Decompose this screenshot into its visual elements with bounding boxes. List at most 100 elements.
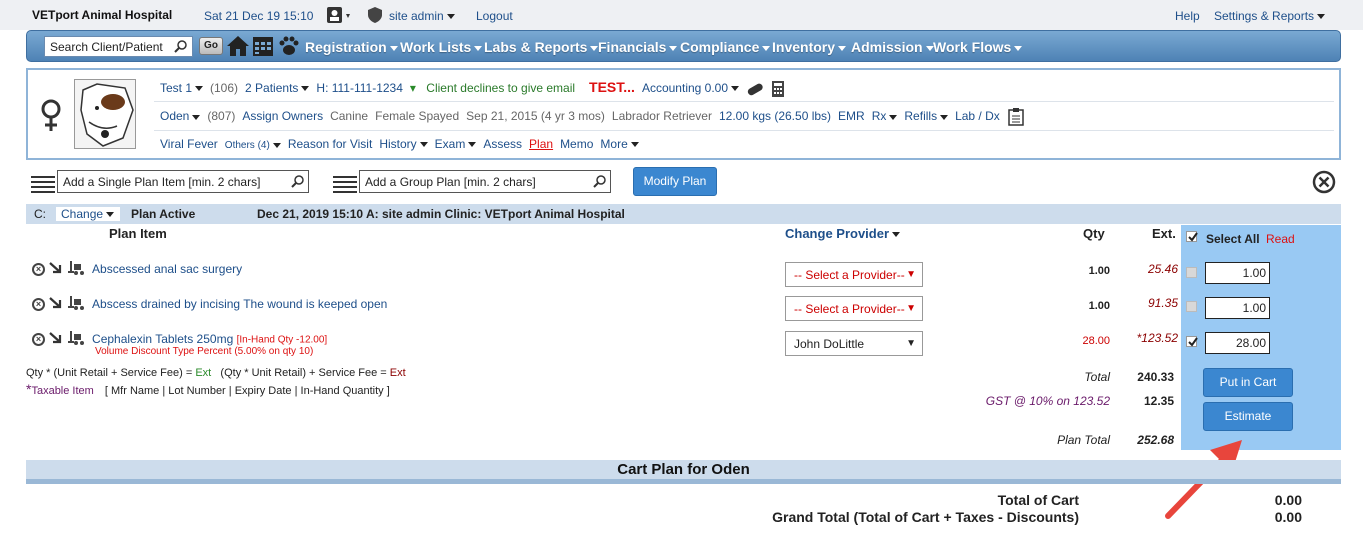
modify-plan-button[interactable]: Modify Plan [633,167,717,196]
nav-labs-reports[interactable]: Labs & Reports [484,39,598,55]
search-client-input[interactable]: Search Client/Patient [44,36,193,57]
emr-link[interactable]: EMR [838,109,865,123]
plan-item-name[interactable]: Abscess drained by incising The wound is… [92,297,387,311]
main-nav: Search Client/Patient Go Registration Wo… [26,30,1341,62]
settings-reports-menu[interactable]: Settings & Reports [1214,9,1325,23]
item-qty: 28.00 [1082,335,1110,347]
forklift-icon[interactable] [67,296,86,313]
current-datetime: Sat 21 Dec 19 15:10 [204,9,314,23]
tab-history[interactable]: History [379,137,427,151]
item-qty-input[interactable]: 28.00 [1205,332,1270,354]
group-plan-input[interactable]: Add a Group Plan [min. 2 chars] [359,170,611,193]
clipboard-icon[interactable] [1007,108,1025,126]
patients-link[interactable]: 2 Patients [245,81,309,95]
rx-menu[interactable]: Rx [872,109,898,123]
nav-inventory[interactable]: Inventory [772,39,846,55]
formula-ext-2: Ext [389,367,406,379]
move-arrow-icon[interactable] [48,331,64,348]
grand-total-label: Grand Total (Total of Cart + Taxes - Dis… [772,509,1079,525]
pet-photo[interactable] [74,79,136,149]
nav-work-flows[interactable]: Work Flows [933,39,1022,55]
assign-owners-link[interactable]: Assign Owners [242,109,323,123]
nav-admission[interactable]: Admission [851,39,934,55]
close-icon[interactable] [1312,170,1336,197]
estimate-button[interactable]: Estimate [1203,402,1293,431]
put-in-cart-button[interactable]: Put in Cart [1203,368,1293,397]
item-checkbox[interactable] [1186,267,1197,278]
calculator-icon[interactable] [771,80,785,97]
list-icon[interactable] [333,173,357,193]
provider-select[interactable]: -- Select a Provider-- ▼ [785,262,923,287]
user-menu[interactable]: site admin [389,9,455,23]
tab-memo[interactable]: Memo [560,137,593,151]
single-plan-item-input[interactable]: Add a Single Plan Item [min. 2 chars] [57,170,309,193]
logout-link[interactable]: Logout [476,9,513,23]
user-icon[interactable] [326,6,354,27]
formula-text-2: (Qty * Unit Retail) + Service Fee = [211,367,390,379]
search-icon[interactable] [593,174,607,191]
search-icon[interactable] [291,174,305,191]
email-note: ▾ Client declines to give email [409,81,576,95]
top-bar: VETport Animal Hospital Sat 21 Dec 19 15… [0,0,1363,30]
item-checkbox[interactable] [1186,336,1198,347]
select-all-checkbox[interactable] [1186,231,1198,242]
item-qty-input[interactable]: 1.00 [1205,262,1270,284]
nav-registration[interactable]: Registration [305,39,398,55]
change-provider-menu[interactable]: Change Provider [785,226,900,241]
item-checkbox[interactable] [1186,301,1197,312]
accounting-balance[interactable]: Accounting 0.00 [642,81,739,95]
plan-item-name[interactable]: Abscessed anal sac surgery [92,262,242,276]
nav-financials[interactable]: Financials [598,39,677,55]
item-qty-input[interactable]: 1.00 [1205,297,1270,319]
taxable-item-label: Taxable Item [31,385,94,397]
tab-reason-for-visit[interactable]: Reason for Visit [288,137,373,151]
client-id: (106) [210,81,239,95]
visit-row: Viral Fever Others (4) Reason for Visit His… [160,137,646,166]
move-arrow-icon[interactable] [48,296,64,313]
remove-icon[interactable]: × [32,263,45,276]
search-icon[interactable] [174,39,188,56]
female-icon [38,97,64,136]
pet-name[interactable]: Oden [160,109,200,123]
lab-dx-link[interactable]: Lab / Dx [955,109,1000,123]
item-qty: 1.00 [1088,300,1110,312]
tab-assess[interactable]: Assess [483,137,522,151]
plan-status: Plan Active [131,207,196,221]
pill-icon[interactable] [746,81,764,96]
tab-exam[interactable]: Exam [435,137,477,151]
plan-total-label: Plan Total [1057,433,1110,447]
nav-compliance[interactable]: Compliance [680,39,770,55]
refills-menu[interactable]: Refills [904,109,948,123]
others-menu[interactable]: Others (4) [225,140,281,151]
forklift-icon[interactable] [67,331,86,348]
provider-select[interactable]: John DoLittle ▼ [785,331,923,356]
forklift-icon[interactable] [67,261,86,278]
pet-sex: Female Spayed [375,109,460,124]
read-link[interactable]: Read [1266,232,1295,246]
calendar-icon[interactable] [251,34,275,61]
go-button[interactable]: Go [199,37,223,55]
move-arrow-icon[interactable] [48,261,64,278]
plan-meta: Dec 21, 2019 15:10 A: site admin Clinic:… [257,207,625,221]
tab-more[interactable]: More [600,137,638,151]
divider [154,101,1334,102]
total-of-cart-value: 0.00 [1274,492,1302,508]
paw-icon[interactable] [277,34,301,61]
client-flag[interactable]: TEST... [589,79,635,95]
change-menu[interactable]: Change [56,207,121,221]
single-plan-placeholder: Add a Single Plan Item [min. 2 chars] [63,175,261,189]
remove-icon[interactable]: × [32,298,45,311]
client-name[interactable]: Test 1 [160,81,203,95]
provider-select[interactable]: -- Select a Provider-- ▼ [785,296,923,321]
nav-work-lists[interactable]: Work Lists [400,39,482,55]
in-hand-qty-note: [In-Hand Qty -12.00] [236,334,328,346]
tab-plan[interactable]: Plan [529,137,553,151]
home-icon[interactable] [226,34,250,61]
remove-icon[interactable]: × [32,333,45,346]
plan-item-name[interactable]: Cephalexin Tablets 250mg [92,332,233,346]
list-icon[interactable] [31,173,55,193]
help-link[interactable]: Help [1175,9,1200,23]
visit-reason[interactable]: Viral Fever [160,137,218,151]
pet-species: Canine [330,109,369,124]
pet-weight[interactable]: 12.00 kgs (26.50 lbs) [719,109,831,123]
